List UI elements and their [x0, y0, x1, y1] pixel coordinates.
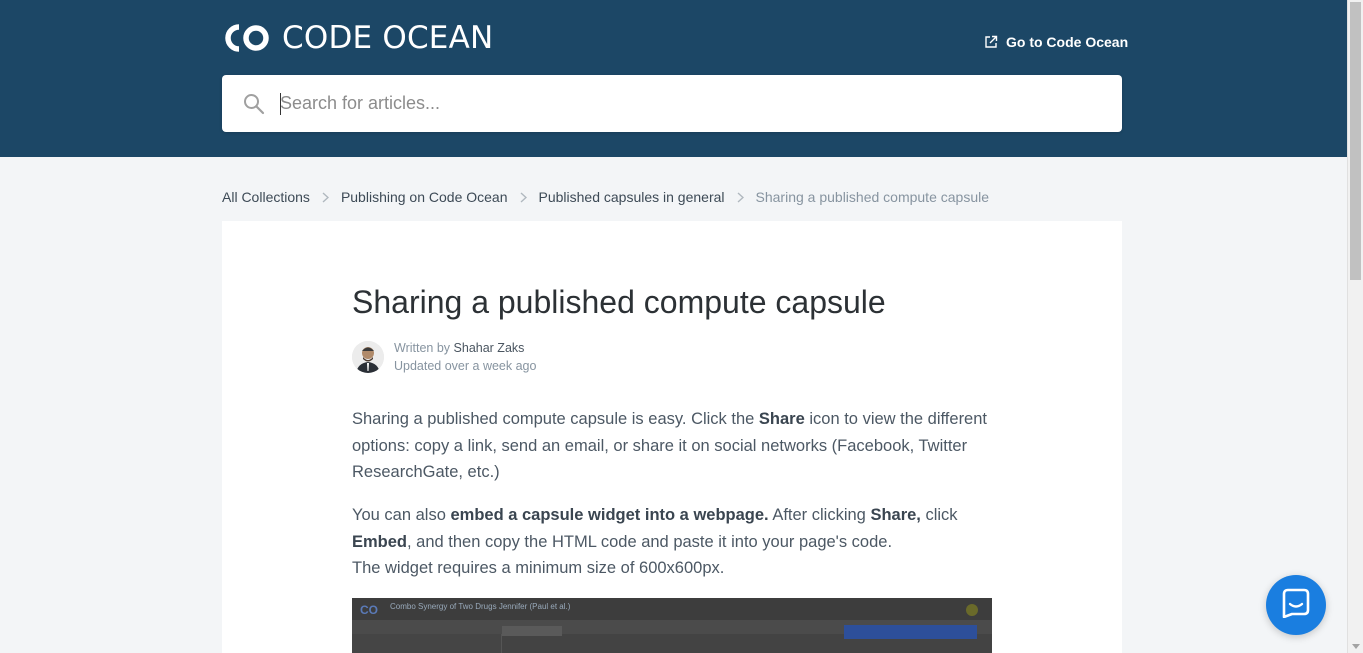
author-avatar	[352, 341, 384, 373]
search-input[interactable]	[280, 93, 1080, 114]
breadcrumb-all-collections[interactable]: All Collections	[222, 189, 310, 205]
brand-name: CODE OCEAN	[282, 20, 494, 56]
search-icon	[242, 92, 266, 116]
code-ocean-logo-icon	[222, 23, 272, 53]
text: Sharing a published compute capsule is e…	[352, 410, 759, 428]
updated-label: Updated over a week ago	[394, 359, 537, 373]
text: click	[920, 506, 958, 524]
brand-logo[interactable]: CODE OCEAN	[222, 20, 493, 56]
screenshot-tab	[502, 626, 562, 636]
text: You can also	[352, 506, 451, 524]
text-cursor	[280, 93, 281, 115]
scroll-down-arrow-icon[interactable]	[1352, 644, 1360, 649]
code-ocean-logo-icon: CO	[360, 603, 378, 617]
text: , and then copy the HTML code and paste …	[407, 532, 893, 551]
screenshot-sidebar	[352, 634, 502, 653]
chat-icon	[1282, 588, 1310, 623]
go-to-code-ocean-label: Go to Code Ocean	[1006, 34, 1129, 50]
author-info: Written by Shahar Zaks Updated over a we…	[352, 339, 536, 375]
chat-launcher-button[interactable]	[1266, 575, 1326, 635]
breadcrumb: All Collections Publishing on Code Ocean…	[222, 189, 989, 205]
screenshot-run-button	[844, 625, 977, 639]
breadcrumb-publishing[interactable]: Publishing on Code Ocean	[341, 189, 508, 205]
paragraph-3: The widget requires a minimum size of 60…	[352, 559, 725, 577]
bold-share: Share,	[870, 506, 921, 524]
text: After clicking	[768, 506, 871, 524]
breadcrumb-current: Sharing a published compute capsule	[755, 189, 990, 205]
breadcrumb-published-capsules[interactable]: Published capsules in general	[539, 189, 725, 205]
chevron-right-icon	[737, 191, 744, 203]
bold-embed: Embed	[352, 532, 408, 551]
search-bar	[222, 75, 1122, 132]
paragraph-1: Sharing a published compute capsule is e…	[352, 406, 1002, 486]
screenshot-avatar	[966, 604, 978, 616]
screenshot-title: Combo Synergy of Two Drugs Jennifer (Pau…	[390, 602, 571, 611]
author-name: Shahar Zaks	[453, 341, 525, 355]
bold-embed-widget: embed a capsule widget into a webpage.	[450, 506, 769, 524]
paragraph-2: You can also embed a capsule widget into…	[352, 502, 1002, 555]
written-by-label: Written by	[394, 341, 451, 355]
scrollbar-thumb[interactable]	[1350, 2, 1361, 280]
go-to-code-ocean-link[interactable]: Go to Code Ocean	[984, 34, 1128, 50]
page-scrollbar[interactable]	[1347, 0, 1363, 653]
author-meta: Written by Shahar Zaks Updated over a we…	[394, 339, 536, 375]
capsule-screenshot-image[interactable]: CO Combo Synergy of Two Drugs Jennifer (…	[352, 598, 992, 653]
article-title: Sharing a published compute capsule	[352, 284, 886, 320]
chevron-right-icon	[322, 191, 329, 203]
chevron-right-icon	[520, 191, 527, 203]
site-header: CODE OCEAN Go to Code Ocean	[0, 0, 1347, 157]
external-link-icon	[984, 35, 998, 49]
bold-share: Share	[758, 410, 805, 428]
article-card: Sharing a published compute capsule Writ…	[222, 221, 1122, 653]
